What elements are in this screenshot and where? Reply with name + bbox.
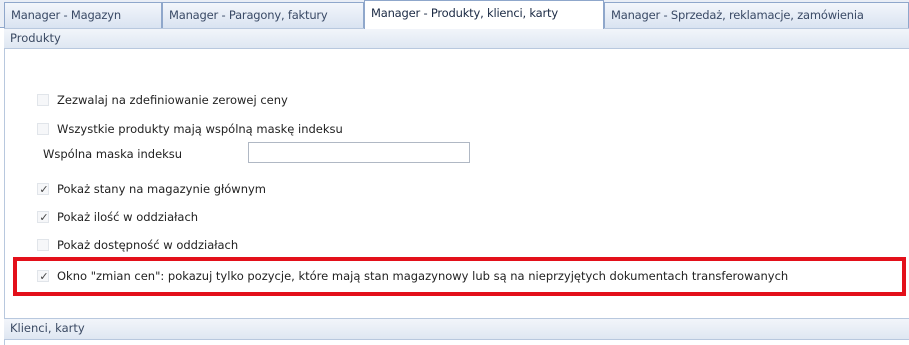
- panel-border: [4, 28, 5, 345]
- main-stock-checkbox[interactable]: ✓: [37, 183, 49, 195]
- section-header-klienci-karty[interactable]: Klienci, karty: [4, 318, 909, 340]
- branch-availability-label: Pokaż dostępność w oddziałach: [57, 238, 239, 252]
- branch-quantity-checkbox[interactable]: ✓: [37, 211, 49, 223]
- zero-price-label: Zezwalaj na zdefiniowanie zerowej ceny: [57, 93, 288, 107]
- mask-input[interactable]: [248, 142, 470, 163]
- common-mask-checkbox[interactable]: [37, 123, 49, 135]
- section-header-produkty[interactable]: Produkty: [4, 28, 909, 49]
- checkmark-icon: ✓: [39, 211, 49, 224]
- main-stock-label: Pokaż stany na magazynie głównym: [57, 182, 267, 196]
- tab-manager-magazyn[interactable]: Manager - Magazyn: [4, 2, 162, 28]
- tab-manager-sprzedaz-reklamacje-zamowienia[interactable]: Manager - Sprzedaż, reklamacje, zamówien…: [604, 2, 909, 28]
- tab-manager-paragony-faktury[interactable]: Manager - Paragony, faktury: [162, 2, 364, 28]
- zero-price-checkbox[interactable]: [37, 94, 49, 106]
- common-mask-label: Wszystkie produkty mają wspólną maskę in…: [57, 122, 343, 136]
- mask-field-label: Wspólna maska indeksu: [43, 147, 183, 161]
- tab-manager-produkty-klienci-karty[interactable]: Manager - Produkty, klienci, karty: [364, 0, 604, 29]
- branch-availability-checkbox[interactable]: [37, 239, 49, 251]
- checkmark-icon: ✓: [39, 183, 49, 196]
- branch-quantity-label: Pokaż ilość w oddziałach: [57, 210, 199, 224]
- highlight-annotation: [13, 257, 906, 296]
- tab-bar: Manager - Magazyn Manager - Paragony, fa…: [0, 0, 909, 29]
